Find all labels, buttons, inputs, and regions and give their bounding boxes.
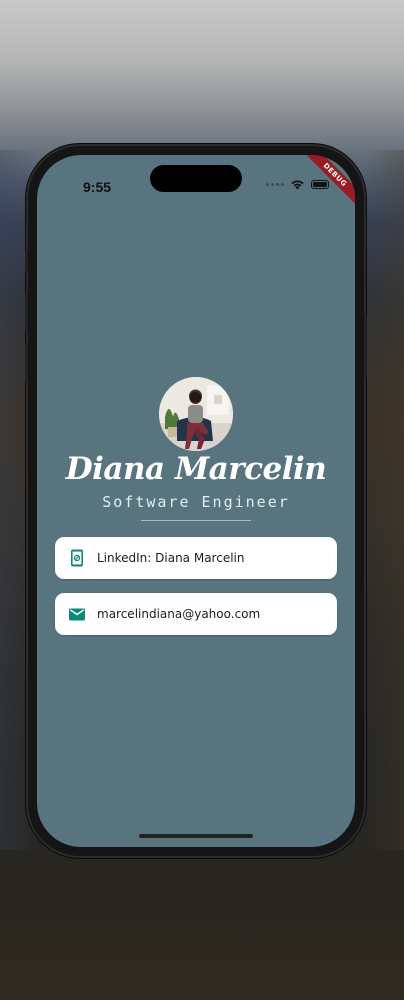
status-icons: [266, 179, 329, 190]
profile-photo: [159, 377, 233, 451]
status-time: 9:55: [83, 179, 112, 195]
profile-title: Software Engineer: [102, 493, 290, 511]
email-icon: [68, 605, 86, 623]
contact-card-linkedin[interactable]: LinkedIn: Diana Marcelin: [55, 537, 337, 579]
signal-dots-icon: [266, 183, 284, 186]
phone-volume-up: [25, 292, 28, 332]
profile-avatar[interactable]: [159, 377, 233, 451]
phone-mute-switch: [25, 250, 28, 272]
contact-email-label: marcelindiana@yahoo.com: [97, 607, 261, 621]
profile-name: Diana Marcelin: [65, 451, 327, 487]
phone-frame: 9:55 DEBUG Diana Marcelin Software Engin…: [25, 146, 367, 856]
phone-power-button: [364, 316, 367, 378]
app-screen: 9:55 DEBUG Diana Marcelin Software Engin…: [37, 155, 355, 847]
contact-card-email[interactable]: marcelindiana@yahoo.com: [55, 593, 337, 635]
dynamic-island: [150, 165, 242, 192]
phone-link-icon: [68, 549, 86, 567]
wifi-icon: [291, 180, 304, 190]
phone-volume-down: [25, 342, 28, 382]
background-blur-right: [364, 150, 404, 850]
contact-linkedin-label: LinkedIn: Diana Marcelin: [97, 551, 245, 565]
divider: [141, 520, 251, 521]
home-indicator[interactable]: [139, 834, 253, 838]
battery-icon: [311, 180, 329, 189]
